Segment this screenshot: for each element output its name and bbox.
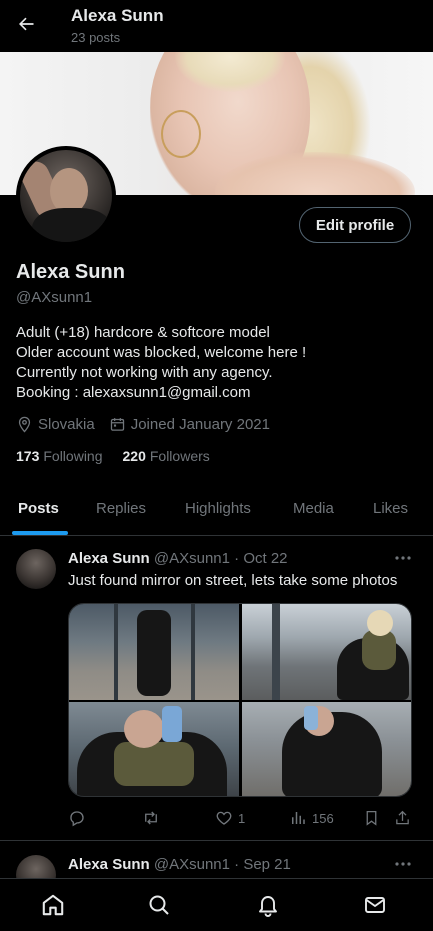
tweet-date[interactable]: Oct 22 [243, 550, 287, 567]
calendar-icon [110, 418, 124, 431]
tweet-media-grid [68, 603, 412, 797]
edit-profile-button[interactable]: Edit profile [299, 207, 411, 243]
top-bar: Alexa Sunn 23 posts [0, 0, 433, 52]
views-icon [292, 812, 305, 824]
bio-line: Older account was blocked, welcome here … [16, 344, 307, 361]
bookmark-icon[interactable] [363, 809, 380, 827]
tweet-separator: · [234, 550, 240, 567]
followers-link[interactable]: 220 Followers [123, 448, 210, 464]
tweet-photo[interactable] [69, 604, 239, 700]
mail-icon[interactable] [361, 891, 389, 919]
bottom-navigation [0, 878, 433, 931]
header-posts-count: 23 posts [71, 30, 121, 45]
reply-icon[interactable] [68, 809, 86, 827]
tab-replies[interactable]: Replies [96, 500, 146, 517]
profile-name: Alexa Sunn [16, 261, 125, 283]
location-pin-icon [18, 416, 31, 433]
tweet-header: Alexa Sunn @AXsunn1 · Sep 21 [68, 856, 291, 873]
tweet-divider [0, 840, 433, 841]
profile-tabs: Posts Replies Highlights Media Likes [0, 480, 433, 536]
tweet-photo[interactable] [242, 702, 411, 796]
profile-avatar[interactable] [16, 146, 116, 246]
tweet-actions: 1 156 [68, 809, 413, 829]
tab-highlights[interactable]: Highlights [185, 500, 251, 517]
follow-stats: 173 Following 220 Followers [16, 448, 230, 464]
like-count: 1 [238, 810, 246, 826]
tab-posts[interactable]: Posts [18, 500, 59, 517]
more-dots-icon[interactable] [393, 856, 413, 872]
views-button[interactable]: 156 [289, 809, 334, 827]
profile-joined: Joined January 2021 [130, 416, 270, 433]
tweet-date[interactable]: Sep 21 [243, 856, 291, 873]
bio-line: Currently not working with any agency. [16, 364, 273, 381]
home-icon[interactable] [39, 891, 67, 919]
profile-meta: Slovakia Joined January 2021 [16, 416, 284, 433]
views-count: 156 [312, 810, 334, 826]
bio-line: Adult (+18) hardcore & softcore model [16, 324, 270, 341]
tweet-photo[interactable] [242, 604, 411, 700]
tweet-text: Just found mirror on street, lets take s… [68, 572, 398, 589]
tweet-header: Alexa Sunn @AXsunn1 · Oct 22 [68, 550, 288, 567]
more-dots-icon[interactable] [393, 550, 413, 566]
tweet-separator: · [234, 856, 240, 873]
profile-bio: Adult (+18) hardcore & softcore model Ol… [16, 323, 416, 403]
heart-icon [216, 811, 232, 825]
tab-media[interactable]: Media [293, 500, 334, 517]
tweet-photo[interactable] [69, 702, 239, 796]
following-link[interactable]: 173 Following [16, 448, 103, 464]
profile-handle: @AXsunn1 [16, 289, 93, 306]
bell-icon[interactable] [254, 891, 282, 919]
tweet-author-handle[interactable]: @AXsunn1 [154, 856, 230, 873]
retweet-icon[interactable] [141, 809, 161, 827]
tweet-author-handle[interactable]: @AXsunn1 [154, 550, 230, 567]
tweet-author-name[interactable]: Alexa Sunn [68, 550, 150, 567]
share-icon[interactable] [394, 809, 411, 827]
tweet-author-name[interactable]: Alexa Sunn [68, 856, 150, 873]
back-arrow-icon[interactable] [12, 10, 40, 38]
search-icon[interactable] [145, 891, 173, 919]
header-title: Alexa Sunn [71, 6, 164, 25]
tweet-avatar[interactable] [16, 549, 56, 589]
tab-likes[interactable]: Likes [373, 500, 408, 517]
active-tab-indicator [12, 531, 68, 535]
profile-location: Slovakia [38, 416, 95, 433]
like-button[interactable]: 1 [215, 809, 245, 827]
bio-line: Booking : alexaxsunn1@gmail.com [16, 384, 251, 401]
